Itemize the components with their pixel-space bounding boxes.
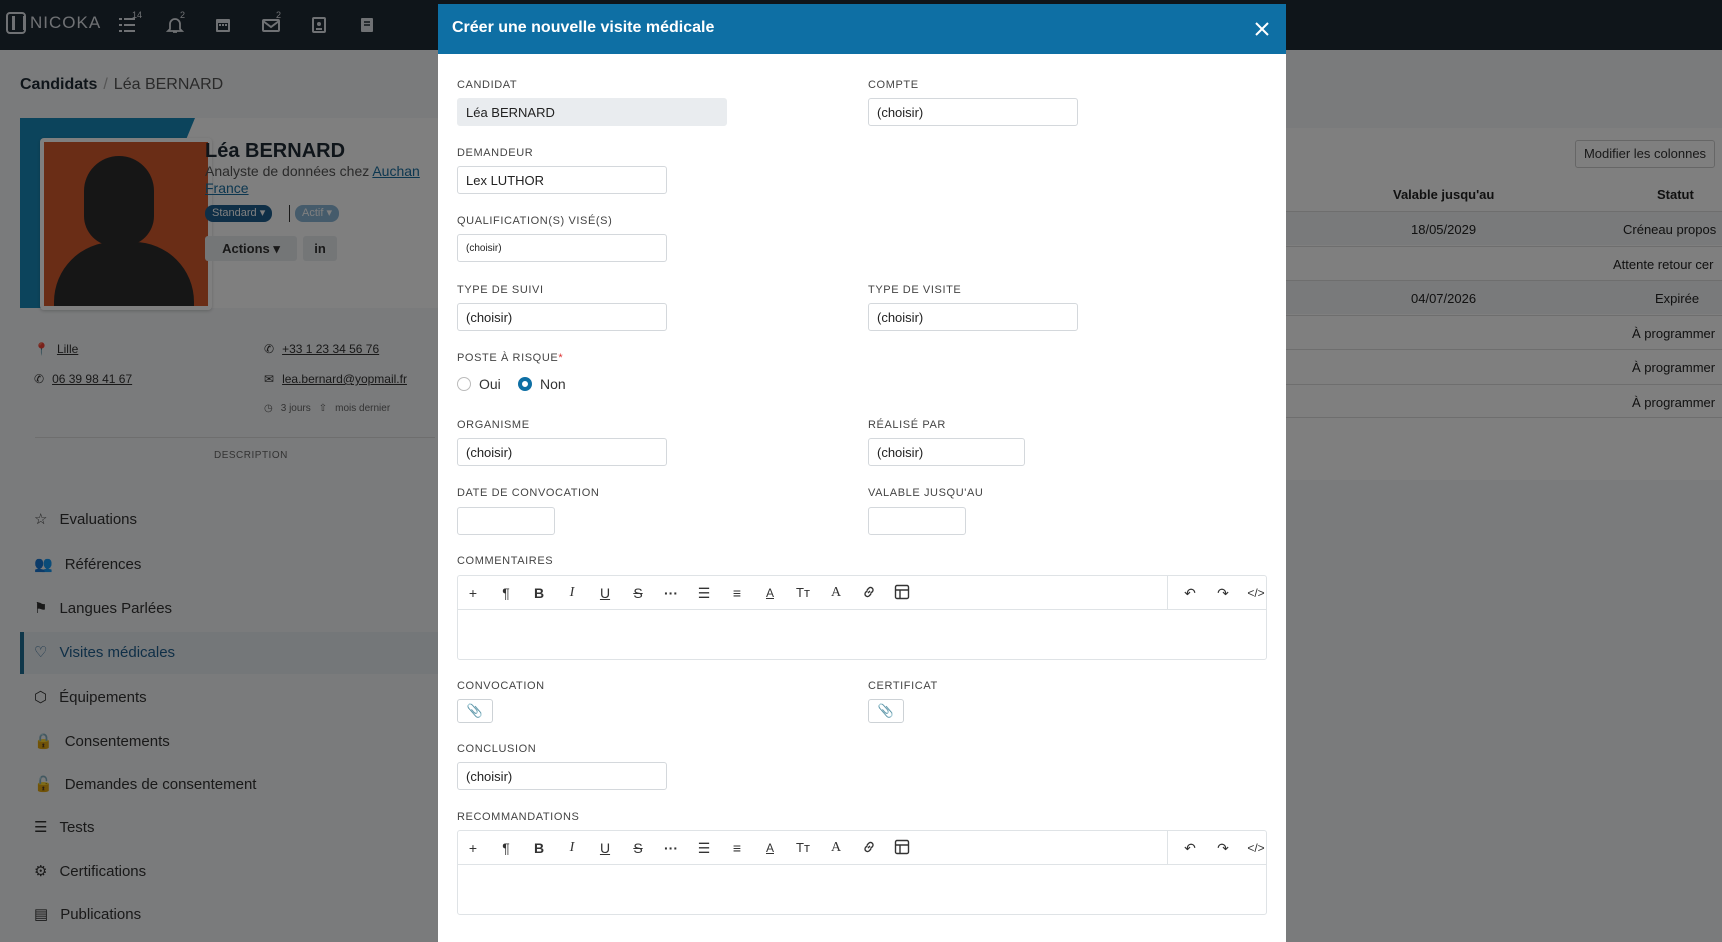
certificat-attach-button[interactable]: 📎 xyxy=(868,699,904,723)
more-icon[interactable]: ··· xyxy=(662,584,680,602)
radio-oui[interactable]: Oui xyxy=(457,376,501,392)
underline-icon[interactable]: U xyxy=(596,839,614,857)
label-realise-par: RÉALISÉ PAR xyxy=(868,419,946,431)
font-size-icon[interactable]: Tт xyxy=(794,839,812,857)
label-certificat: CERTIFICAT xyxy=(868,680,938,692)
organisme-select[interactable]: (choisir) xyxy=(457,438,667,466)
add-icon[interactable]: + xyxy=(464,839,482,857)
label-type-suivi: TYPE DE SUIVI xyxy=(457,284,544,296)
radio-oui-circle[interactable] xyxy=(457,377,471,391)
font-color-icon[interactable]: A xyxy=(761,584,779,602)
add-icon[interactable]: + xyxy=(464,584,482,602)
paperclip-icon: 📎 xyxy=(877,703,895,718)
recommandations-editor[interactable]: + ¶ B I U S ··· ☰ ≡ A Tт A ↶ ↷ </> xyxy=(457,830,1267,915)
radio-non[interactable]: Non xyxy=(518,376,566,392)
label-convocation: CONVOCATION xyxy=(457,680,545,692)
paragraph-icon[interactable]: ¶ xyxy=(497,584,515,602)
label-date-convocation: DATE DE CONVOCATION xyxy=(457,487,600,499)
redo-icon[interactable]: ↷ xyxy=(1214,839,1232,857)
table-icon[interactable] xyxy=(893,839,911,857)
label-commentaires: COMMENTAIRES xyxy=(457,555,554,567)
paperclip-icon: 📎 xyxy=(466,703,484,718)
italic-icon[interactable]: I xyxy=(563,839,581,857)
undo-icon[interactable]: ↶ xyxy=(1181,584,1199,602)
bold-icon[interactable]: B xyxy=(530,839,548,857)
modal-title: Créer une nouvelle visite médicale xyxy=(452,19,715,36)
type-visite-select[interactable]: (choisir) xyxy=(868,303,1078,331)
font-family-icon[interactable]: A xyxy=(827,839,845,857)
recommandations-toolbar: + ¶ B I U S ··· ☰ ≡ A Tт A ↶ ↷ </> xyxy=(458,831,1266,865)
radio-non-circle[interactable] xyxy=(518,377,532,391)
convocation-attach-button[interactable]: 📎 xyxy=(457,699,493,723)
qualification-select[interactable]: (choisir) xyxy=(457,234,667,262)
label-recommandations: RECOMMANDATIONS xyxy=(457,811,580,823)
font-family-icon[interactable]: A xyxy=(827,584,845,602)
font-size-icon[interactable]: Tт xyxy=(794,584,812,602)
strikethrough-icon[interactable]: S xyxy=(629,584,647,602)
code-view-icon[interactable]: </> xyxy=(1247,839,1265,857)
link-icon[interactable] xyxy=(860,839,878,857)
label-conclusion: CONCLUSION xyxy=(457,743,537,755)
align-icon[interactable]: ≡ xyxy=(728,584,746,602)
redo-icon[interactable]: ↷ xyxy=(1214,584,1232,602)
type-suivi-select[interactable]: (choisir) xyxy=(457,303,667,331)
valable-input[interactable] xyxy=(868,507,966,535)
conclusion-select[interactable]: (choisir) xyxy=(457,762,667,790)
align-icon[interactable]: ≡ xyxy=(728,839,746,857)
date-convocation-input[interactable] xyxy=(457,507,555,535)
label-organisme: ORGANISME xyxy=(457,419,530,431)
list-icon[interactable]: ☰ xyxy=(695,839,713,857)
commentaires-editor[interactable]: + ¶ B I U S ··· ☰ ≡ A Tт A ↶ ↷ </> xyxy=(457,575,1267,660)
label-qualification: QUALIFICATION(S) VISÉ(S) xyxy=(457,215,613,227)
demandeur-select[interactable]: Lex LUTHOR xyxy=(457,166,667,194)
link-icon[interactable] xyxy=(860,584,878,602)
label-candidat: CANDIDAT xyxy=(457,79,518,91)
label-demandeur: DEMANDEUR xyxy=(457,147,534,159)
candidat-field: Léa BERNARD xyxy=(457,98,727,126)
bold-icon[interactable]: B xyxy=(530,584,548,602)
modal-header: Créer une nouvelle visite médicale xyxy=(438,4,1286,54)
commentaires-toolbar: + ¶ B I U S ··· ☰ ≡ A Tт A ↶ ↷ </> xyxy=(458,576,1266,610)
compte-select[interactable]: (choisir) xyxy=(868,98,1078,126)
strikethrough-icon[interactable]: S xyxy=(629,839,647,857)
table-icon[interactable] xyxy=(893,584,911,602)
font-color-icon[interactable]: A xyxy=(761,839,779,857)
italic-icon[interactable]: I xyxy=(563,584,581,602)
create-visit-modal: Créer une nouvelle visite médicale CANDI… xyxy=(438,4,1286,942)
code-view-icon[interactable]: </> xyxy=(1247,584,1265,602)
paragraph-icon[interactable]: ¶ xyxy=(497,839,515,857)
label-compte: COMPTE xyxy=(868,79,919,91)
undo-icon[interactable]: ↶ xyxy=(1181,839,1199,857)
list-icon[interactable]: ☰ xyxy=(695,584,713,602)
label-type-visite: TYPE DE VISITE xyxy=(868,284,962,296)
close-icon[interactable] xyxy=(1252,19,1272,39)
realise-par-select[interactable]: (choisir) xyxy=(868,438,1025,466)
more-icon[interactable]: ··· xyxy=(662,839,680,857)
label-valable: VALABLE JUSQU'AU xyxy=(868,487,984,499)
underline-icon[interactable]: U xyxy=(596,584,614,602)
label-poste-risque: POSTE À RISQUE* xyxy=(457,352,564,364)
